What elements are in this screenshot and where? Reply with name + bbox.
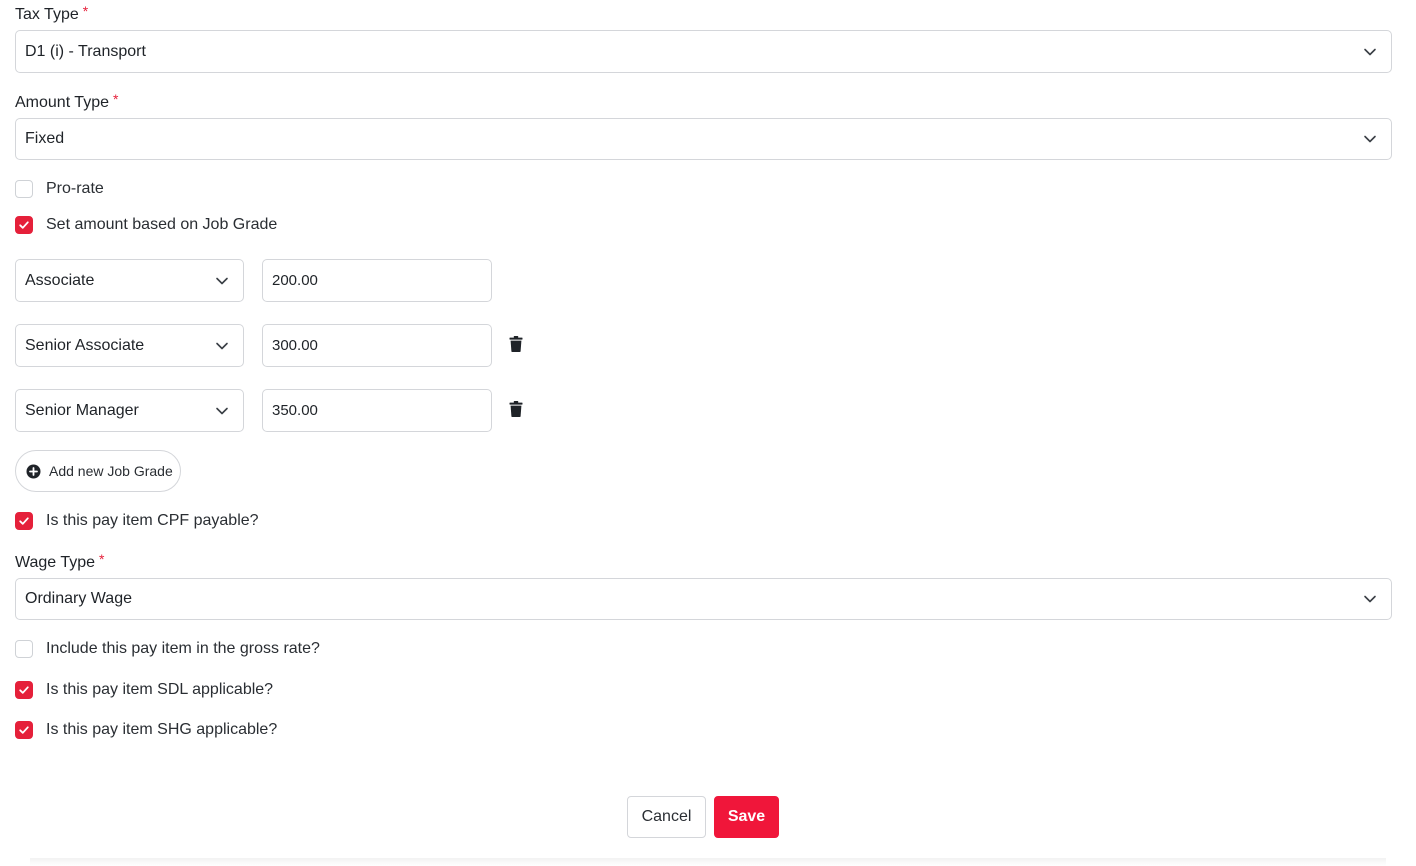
add-job-grade-label: Add new Job Grade: [49, 463, 173, 479]
checkbox-box[interactable]: [15, 180, 33, 198]
job-grade-select[interactable]: Senior Associate: [15, 324, 244, 367]
cpf-payable-checkbox[interactable]: Is this pay item CPF payable?: [15, 511, 259, 531]
wage-type-label: Wage Type *: [15, 551, 105, 573]
tax-type-select[interactable]: D1 (i) - Transport: [15, 30, 1392, 73]
wage-type-select[interactable]: Ordinary Wage: [15, 578, 1392, 620]
wage-type-label-text: Wage Type: [15, 554, 96, 571]
gross-rate-label: Include this pay item in the gross rate?: [46, 640, 320, 657]
cpf-payable-label: Is this pay item CPF payable?: [46, 512, 259, 529]
add-job-grade-button[interactable]: Add new Job Grade: [15, 450, 181, 492]
check-icon: [19, 686, 29, 694]
pro-rate-label: Pro-rate: [46, 180, 104, 197]
amount-type-select[interactable]: Fixed: [15, 118, 1392, 160]
shg-applicable-checkbox[interactable]: Is this pay item SHG applicable?: [15, 720, 277, 740]
chevron-down-icon: [1363, 132, 1377, 146]
amount-type-value: Fixed: [25, 130, 65, 147]
footer-divider: [30, 858, 1386, 866]
checkbox-box[interactable]: [15, 512, 33, 530]
job-grade-value: Senior Manager: [25, 401, 139, 419]
tax-type-label: Tax Type *: [15, 3, 89, 25]
job-grade-based-label: Set amount based on Job Grade: [46, 216, 278, 233]
check-icon: [19, 221, 29, 229]
shg-applicable-label: Is this pay item SHG applicable?: [46, 721, 278, 738]
job-grade-value: Associate: [25, 271, 95, 289]
sdl-applicable-checkbox[interactable]: Is this pay item SDL applicable?: [15, 680, 273, 700]
checkbox-box[interactable]: [15, 681, 33, 699]
job-grade-amount-value: 200.00: [272, 272, 318, 289]
trash-icon[interactable]: [509, 401, 523, 417]
tax-type-label-text: Tax Type: [15, 6, 79, 23]
trash-icon[interactable]: [509, 336, 523, 352]
check-icon: [19, 517, 29, 525]
job-grade-amount-value: 300.00: [272, 337, 318, 354]
checkbox-box[interactable]: [15, 216, 33, 234]
pro-rate-checkbox[interactable]: Pro-rate: [15, 179, 104, 199]
chevron-down-icon: [215, 339, 229, 353]
tax-type-value: D1 (i) - Transport: [25, 42, 146, 60]
check-icon: [19, 726, 29, 734]
job-grade-amount-input[interactable]: 300.00: [262, 324, 492, 367]
chevron-down-icon: [1363, 45, 1377, 59]
job-grade-amount-value: 350.00: [272, 402, 318, 419]
amount-type-label-text: Amount Type: [15, 94, 109, 111]
checkbox-box[interactable]: [15, 721, 33, 739]
required-asterisk: *: [99, 551, 105, 567]
required-asterisk: *: [82, 3, 89, 19]
gross-rate-checkbox[interactable]: Include this pay item in the gross rate?: [15, 639, 320, 659]
amount-type-label: Amount Type *: [15, 91, 119, 113]
save-button[interactable]: Save: [714, 796, 779, 838]
job-grade-select[interactable]: Associate: [15, 259, 244, 302]
job-grade-value: Senior Associate: [25, 336, 145, 354]
chevron-down-icon: [1363, 592, 1377, 606]
checkbox-box[interactable]: [15, 640, 33, 658]
job-grade-based-checkbox[interactable]: Set amount based on Job Grade: [15, 215, 277, 235]
plus-circle-icon: [26, 464, 41, 479]
cancel-button[interactable]: Cancel: [627, 796, 706, 838]
job-grade-select[interactable]: Senior Manager: [15, 389, 244, 432]
chevron-down-icon: [215, 274, 229, 288]
required-asterisk: *: [112, 91, 119, 107]
sdl-applicable-label: Is this pay item SDL applicable?: [46, 681, 274, 698]
wage-type-value: Ordinary Wage: [25, 590, 132, 607]
chevron-down-icon: [215, 404, 229, 418]
job-grade-amount-input[interactable]: 200.00: [262, 259, 492, 302]
job-grade-amount-input[interactable]: 350.00: [262, 389, 492, 432]
